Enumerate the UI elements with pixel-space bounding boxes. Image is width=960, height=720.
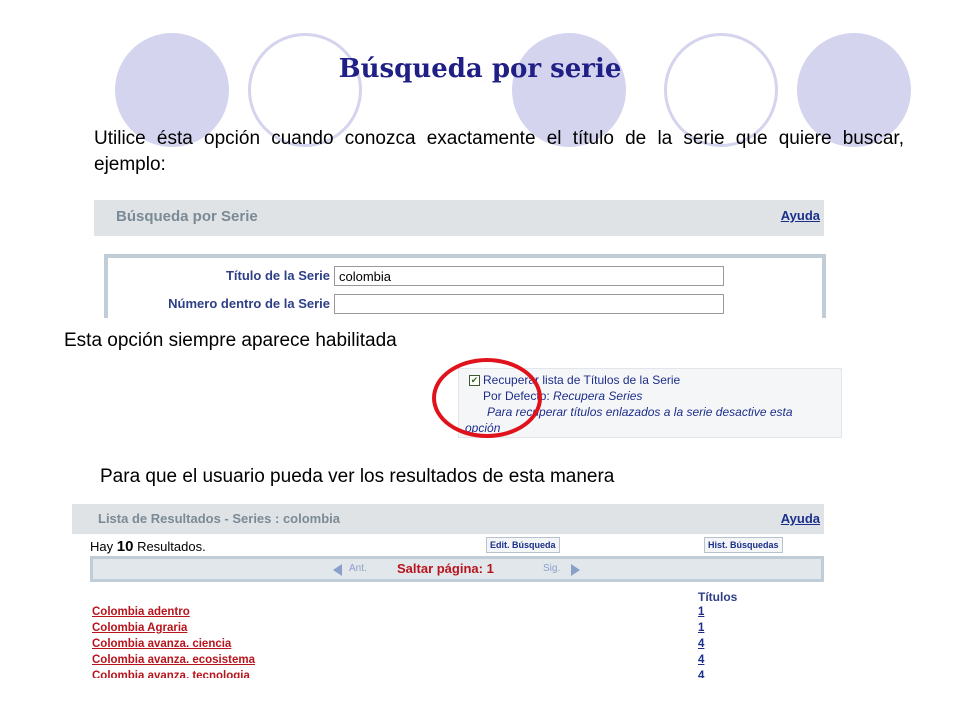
jump-page-label[interactable]: Saltar página: 1: [397, 561, 494, 576]
caption-enabled: Esta opción siempre aparece habilitada: [64, 330, 397, 351]
series-title-input[interactable]: [334, 266, 724, 286]
result-name-link[interactable]: Colombia adentro: [92, 606, 190, 618]
slide-title: Búsqueda por serie: [338, 54, 622, 84]
help-link[interactable]: Ayuda: [781, 208, 820, 223]
results-panel: Lista de Resultados - Series : colombia …: [72, 504, 824, 678]
result-count-link[interactable]: 1: [698, 606, 704, 618]
result-name-link[interactable]: Colombia avanza. tecnologia: [92, 670, 250, 678]
result-name-link[interactable]: Colombia avanza. ecosistema: [92, 654, 255, 666]
next-arrow-icon[interactable]: [571, 564, 580, 576]
series-number-label: Número dentro de la Serie: [168, 296, 330, 311]
search-panel-title: Búsqueda por Serie: [116, 208, 258, 225]
result-count-link[interactable]: 1: [698, 622, 704, 634]
titles-column-header: Títulos: [698, 590, 738, 604]
results-count: Hay 10 Resultados.: [90, 538, 206, 555]
highlight-ellipse: [432, 358, 542, 438]
prev-arrow-icon[interactable]: [333, 564, 342, 576]
search-panel-header: Búsqueda por Serie Ayuda: [94, 200, 824, 236]
history-button[interactable]: Hist. Búsquedas: [704, 537, 783, 553]
result-count-link[interactable]: 4: [698, 670, 704, 678]
series-number-input[interactable]: [334, 294, 724, 314]
result-name-link[interactable]: Colombia Agraria: [92, 622, 187, 634]
caption-results: Para que el usuario pueda ver los result…: [100, 466, 615, 487]
result-count-link[interactable]: 4: [698, 638, 704, 650]
intro-text: Utilice ésta opción cuando conozca exact…: [94, 128, 904, 175]
results-title: Lista de Resultados - Series : colombia: [98, 511, 341, 526]
results-header: Lista de Resultados - Series : colombia …: [72, 504, 824, 534]
edit-search-button[interactable]: Edit. Búsqueda: [486, 537, 560, 553]
result-name-link[interactable]: Colombia avanza. ciencia: [92, 638, 231, 650]
result-count-link[interactable]: 4: [698, 654, 704, 666]
results-help-link[interactable]: Ayuda: [781, 511, 820, 526]
series-title-label: Título de la Serie: [225, 268, 330, 283]
pager-bar: Ant. Saltar página: 1 Sig.: [90, 556, 824, 582]
prev-label[interactable]: Ant.: [349, 563, 367, 574]
search-form: Título de la Serie Número dentro de la S…: [104, 254, 826, 318]
next-label[interactable]: Sig.: [543, 563, 560, 574]
